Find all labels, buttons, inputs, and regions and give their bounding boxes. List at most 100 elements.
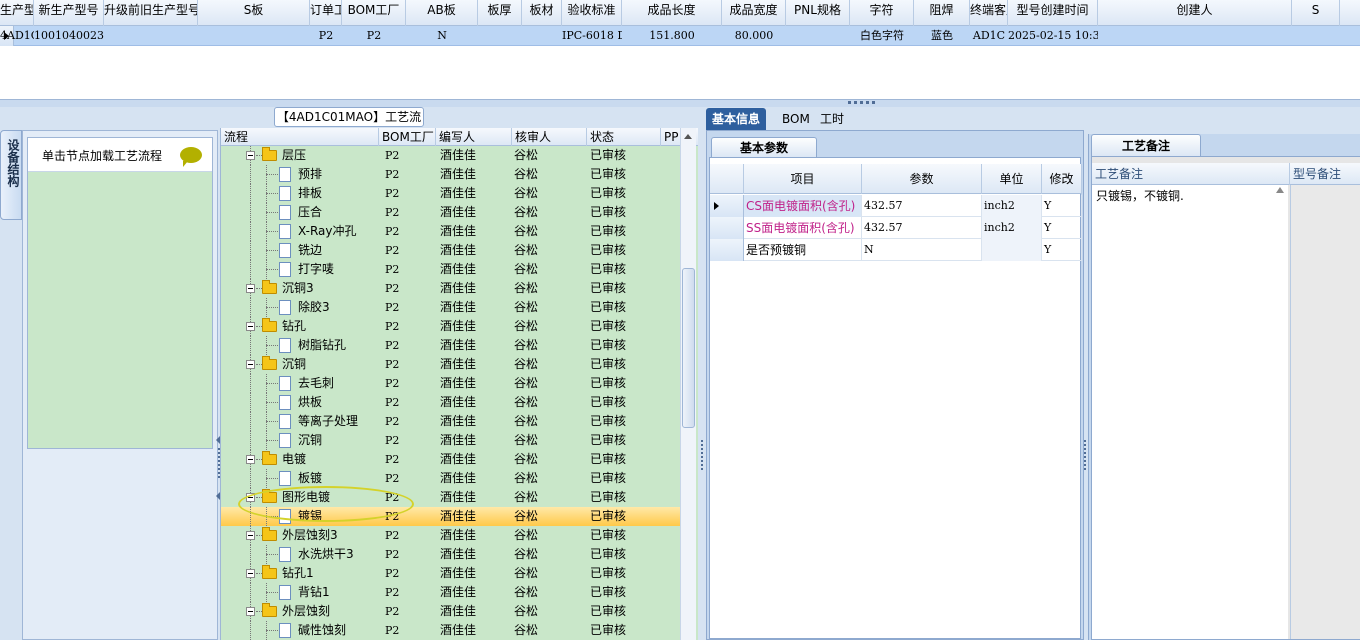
- tab-basic-params[interactable]: 基本参数: [711, 137, 818, 157]
- cell[interactable]: [786, 26, 850, 46]
- splitter-grip-2[interactable]: [701, 440, 704, 470]
- col-header[interactable]: 板材: [522, 0, 562, 26]
- cell[interactable]: N: [406, 26, 478, 46]
- params-col-header[interactable]: 单位: [982, 164, 1042, 194]
- col-header[interactable]: 订单工厂: [310, 0, 342, 26]
- tree-row[interactable]: 树脂钻孔 P2 酒佳佳 谷松 已审核: [221, 336, 681, 355]
- col-header[interactable]: 阻焊: [914, 0, 970, 26]
- params-col-header[interactable]: 参数: [862, 164, 982, 194]
- col-header[interactable]: AB板: [406, 0, 478, 26]
- scroll-thumb[interactable]: [682, 268, 695, 428]
- col-header[interactable]: S板: [198, 0, 310, 26]
- tree-row[interactable]: 板镀 P2 酒佳佳 谷松 已审核: [221, 469, 681, 488]
- tree-col-header[interactable]: 流程: [221, 128, 379, 146]
- tree-row[interactable]: 外层蚀刻3 P2 酒佳佳 谷松 已审核: [221, 526, 681, 545]
- collapse-icon[interactable]: [246, 569, 255, 578]
- tree-col-header[interactable]: 编写人: [436, 128, 512, 146]
- row-selector[interactable]: [710, 239, 744, 261]
- cell[interactable]: [478, 26, 522, 46]
- collapse-icon[interactable]: [246, 607, 255, 616]
- splitter-grip-3[interactable]: [1084, 440, 1087, 470]
- col-header[interactable]: BOM工厂: [342, 0, 406, 26]
- col-header[interactable]: S: [1292, 0, 1340, 26]
- tree-col-header[interactable]: 核审人: [512, 128, 587, 146]
- cell[interactable]: IPC-6018 Ⅱ级: [562, 26, 622, 46]
- col-header[interactable]: 创建人: [1098, 0, 1292, 26]
- params-col-header[interactable]: 项目: [744, 164, 862, 194]
- col-header[interactable]: 新生产型号: [34, 0, 104, 26]
- param-value[interactable]: 432.57: [862, 217, 982, 239]
- tree-row[interactable]: 水洗烘干3 P2 酒佳佳 谷松 已审核: [221, 545, 681, 564]
- tree-row[interactable]: 外层蚀刻 P2 酒佳佳 谷松 已审核: [221, 602, 681, 621]
- tab-right-1[interactable]: BOM: [776, 108, 816, 130]
- col-header[interactable]: 验收标准: [562, 0, 622, 26]
- tree-row[interactable]: 打字唛 P2 酒佳佳 谷松 已审核: [221, 260, 681, 279]
- tree-row[interactable]: 电镀 P2 酒佳佳 谷松 已审核: [221, 450, 681, 469]
- col-header[interactable]: 成品长度: [622, 0, 722, 26]
- collapse-icon[interactable]: [246, 151, 255, 160]
- cell[interactable]: 4AD1C01MAO: [0, 26, 34, 46]
- col-header[interactable]: 字符: [850, 0, 914, 26]
- row-selector[interactable]: [710, 195, 744, 217]
- note-scroll-up-icon[interactable]: [1276, 187, 1284, 193]
- param-row[interactable]: CS面电镀面积(含孔) 432.57 inch2 Y: [710, 195, 1082, 217]
- tab-right-2[interactable]: 工时: [814, 108, 850, 130]
- tab-device-structure[interactable]: 设备结构: [0, 130, 22, 220]
- tree-row[interactable]: 沉铜 P2 酒佳佳 谷松 已审核: [221, 431, 681, 450]
- collapse-icon[interactable]: [246, 322, 255, 331]
- tree-row[interactable]: 层压 P2 酒佳佳 谷松 已审核: [221, 146, 681, 165]
- scroll-up-icon[interactable]: [684, 134, 692, 139]
- cell[interactable]: 蓝色: [914, 26, 970, 46]
- model-note-area[interactable]: [1290, 185, 1360, 639]
- cell[interactable]: 80.000: [722, 26, 786, 46]
- param-value[interactable]: 432.57: [862, 195, 982, 217]
- tree-row[interactable]: 排板 P2 酒佳佳 谷松 已审核: [221, 184, 681, 203]
- model-grid-row[interactable]: 4AD1C01MAO10010400235877P2P2NIPC-6018 Ⅱ级…: [0, 26, 1360, 46]
- tree-row[interactable]: 沉铜3 P2 酒佳佳 谷松 已审核: [221, 279, 681, 298]
- tree-row[interactable]: 去毛刺 P2 酒佳佳 谷松 已审核: [221, 374, 681, 393]
- col-header[interactable]: 生产型号: [0, 0, 34, 26]
- col-header[interactable]: 型号创建时间: [1008, 0, 1098, 26]
- process-note-text[interactable]: 只镀锡，不镀铜.: [1092, 185, 1288, 639]
- load-flow-hint[interactable]: 单击节点加载工艺流程: [28, 138, 212, 172]
- tree-row[interactable]: 钻孔1 P2 酒佳佳 谷松 已审核: [221, 564, 681, 583]
- tab-right-0[interactable]: 基本信息: [706, 108, 767, 130]
- col-header[interactable]: 板厚: [478, 0, 522, 26]
- cell[interactable]: P2: [310, 26, 342, 46]
- tree-row[interactable]: 背钻1 P2 酒佳佳 谷松 已审核: [221, 583, 681, 602]
- params-col-header[interactable]: 修改: [1042, 164, 1082, 194]
- tab-process-notes[interactable]: 工艺备注: [1091, 134, 1202, 156]
- cell[interactable]: [1292, 26, 1340, 46]
- col-header[interactable]: 升级前旧生产型号: [104, 0, 198, 26]
- col-header[interactable]: PNL规格: [786, 0, 850, 26]
- cell[interactable]: 151.800: [622, 26, 722, 46]
- param-row[interactable]: SS面电镀面积(含孔) 432.57 inch2 Y: [710, 217, 1082, 239]
- collapse-icon[interactable]: [246, 531, 255, 540]
- cell[interactable]: [1098, 26, 1292, 46]
- col-header[interactable]: 成品宽度: [722, 0, 786, 26]
- cell[interactable]: [522, 26, 562, 46]
- tree-col-header[interactable]: BOM工厂: [379, 128, 436, 146]
- cell[interactable]: 白色字符: [850, 26, 914, 46]
- row-selector[interactable]: [710, 217, 744, 239]
- param-value[interactable]: N: [862, 239, 982, 261]
- cell[interactable]: [104, 26, 198, 46]
- tree-scrollbar[interactable]: [680, 128, 696, 640]
- collapse-icon[interactable]: [246, 360, 255, 369]
- tree-row[interactable]: 预排 P2 酒佳佳 谷松 已审核: [221, 165, 681, 184]
- tree-row[interactable]: 碱性蚀刻 P2 酒佳佳 谷松 已审核: [221, 621, 681, 640]
- tree-row[interactable]: 铣边 P2 酒佳佳 谷松 已审核: [221, 241, 681, 260]
- tree-row[interactable]: 沉铜 P2 酒佳佳 谷松 已审核: [221, 355, 681, 374]
- tree-row[interactable]: 除胶3 P2 酒佳佳 谷松 已审核: [221, 298, 681, 317]
- tree-col-header[interactable]: 状态: [587, 128, 661, 146]
- cell[interactable]: AD1C: [970, 26, 1008, 46]
- tree-row[interactable]: 钻孔 P2 酒佳佳 谷松 已审核: [221, 317, 681, 336]
- cell[interactable]: 10010400235877: [34, 26, 104, 46]
- cell[interactable]: 2025-02-15 10:33:03: [1008, 26, 1098, 46]
- cell[interactable]: P2: [342, 26, 406, 46]
- horizontal-splitter[interactable]: [0, 100, 1360, 107]
- col-header[interactable]: 终端客户代码: [970, 0, 1008, 26]
- tree-row[interactable]: 等离子处理 P2 酒佳佳 谷松 已审核: [221, 412, 681, 431]
- cell[interactable]: [198, 26, 310, 46]
- tree-row[interactable]: X-Ray冲孔 P2 酒佳佳 谷松 已审核: [221, 222, 681, 241]
